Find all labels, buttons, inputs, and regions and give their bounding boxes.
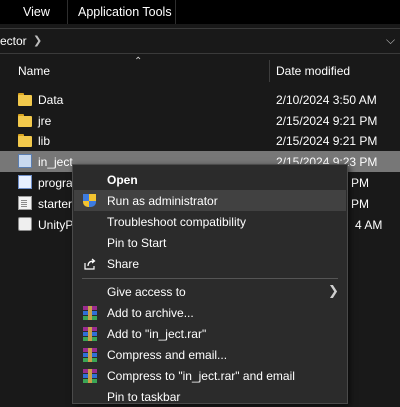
submenu-arrow-icon: ❯ <box>328 283 339 298</box>
winrar-icon <box>83 306 97 320</box>
tab-view[interactable]: View <box>23 0 50 24</box>
menu-item-add-to-rar[interactable]: Add to "in_ject.rar" <box>74 323 346 344</box>
document-icon <box>18 196 32 210</box>
file-date: 4 AM <box>355 218 383 232</box>
uac-shield-icon <box>83 194 97 208</box>
ribbon-divider <box>175 0 176 24</box>
menu-item-label: Compress to "in_ject.rar" and email <box>107 369 295 383</box>
context-menu: Open Run as administrator Troubleshoot c… <box>72 164 348 404</box>
file-date: 2/15/2024 9:21 PM <box>276 114 378 128</box>
file-name: jre <box>38 114 52 128</box>
application-icon <box>18 154 32 168</box>
file-name: Data <box>38 93 64 107</box>
column-header-date-modified[interactable]: Date modified <box>276 64 350 78</box>
file-date: 2/15/2024 9:21 PM <box>276 134 378 148</box>
menu-item-run-as-administrator[interactable]: Run as administrator <box>74 190 346 211</box>
menu-item-label: Give access to <box>107 285 186 299</box>
winrar-icon <box>83 369 97 383</box>
menu-item-label: Run as administrator <box>107 194 218 208</box>
file-date: 2/10/2024 3:50 AM <box>276 93 377 107</box>
winrar-icon <box>83 327 97 341</box>
menu-item-open[interactable]: Open <box>74 169 346 190</box>
file-name: UnityPl <box>38 218 77 232</box>
menu-item-label: Troubleshoot compatibility <box>107 215 246 229</box>
menu-item-add-to-archive[interactable]: Add to archive... <box>74 302 346 323</box>
share-icon <box>83 257 97 271</box>
column-header-name[interactable]: Name <box>18 64 50 78</box>
breadcrumb-segment[interactable]: ector <box>0 34 27 48</box>
ribbon-divider <box>67 0 68 24</box>
settings-file-icon <box>18 217 32 231</box>
winrar-icon <box>83 348 97 362</box>
menu-item-pin-to-start[interactable]: Pin to Start <box>74 232 346 253</box>
file-name: in_ject <box>38 155 73 169</box>
config-file-icon <box>18 175 32 189</box>
file-row[interactable]: jre 2/15/2024 9:21 PM <box>0 110 400 131</box>
file-date: PM <box>351 197 369 211</box>
tab-application-tools[interactable]: Application Tools <box>78 0 172 24</box>
file-name: lib <box>38 134 51 148</box>
folder-icon <box>18 92 32 106</box>
column-divider[interactable] <box>269 60 270 82</box>
folder-icon <box>18 133 32 147</box>
menu-item-troubleshoot-compatibility[interactable]: Troubleshoot compatibility <box>74 211 346 232</box>
menu-item-share[interactable]: Share <box>74 253 346 274</box>
file-row[interactable]: lib 2/15/2024 9:21 PM <box>0 130 400 151</box>
menu-item-compress-to-rar-and-email[interactable]: Compress to "in_ject.rar" and email <box>74 365 346 386</box>
file-date: PM <box>351 176 369 190</box>
menu-item-label: Add to "in_ject.rar" <box>107 327 207 341</box>
menu-item-label: Compress and email... <box>107 348 228 362</box>
menu-item-label: Share <box>107 257 140 271</box>
menu-item-label: Add to archive... <box>107 306 194 320</box>
column-header-bar: ⌃ Name Date modified <box>0 56 400 84</box>
address-dropdown-chevron-icon[interactable]: ⌵ <box>386 33 395 48</box>
file-row[interactable]: Data 2/10/2024 3:50 AM <box>0 89 400 110</box>
menu-item-compress-and-email[interactable]: Compress and email... <box>74 344 346 365</box>
menu-separator <box>82 278 338 279</box>
sort-ascending-icon: ⌃ <box>134 56 143 67</box>
folder-icon <box>18 113 32 127</box>
menu-item-label: Pin to taskbar <box>107 390 181 404</box>
file-name: starter <box>38 197 73 211</box>
address-bar[interactable]: ector ❯ ⌵ <box>0 28 400 54</box>
menu-item-give-access-to[interactable]: Give access to ❯ <box>74 281 346 302</box>
breadcrumb-chevron-icon[interactable]: ❯ <box>33 34 42 47</box>
menu-item-label: Pin to Start <box>107 236 167 250</box>
ribbon: View Application Tools <box>0 0 400 24</box>
menu-item-pin-to-taskbar[interactable]: Pin to taskbar <box>74 386 346 407</box>
menu-item-label: Open <box>107 173 138 187</box>
